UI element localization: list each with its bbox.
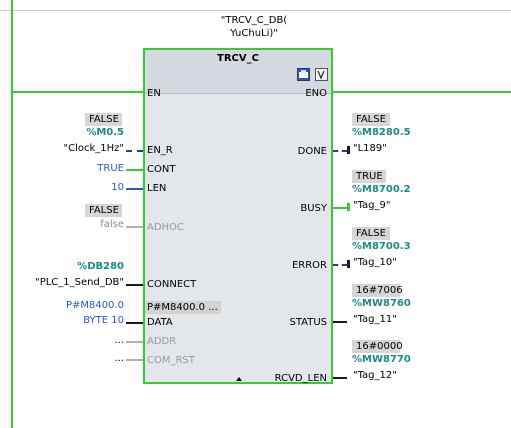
connect-tag[interactable]: "PLC_1_Send_DB" — [10, 277, 124, 288]
data-pointer-line1[interactable]: P#M8400.0 — [40, 300, 124, 311]
pin-rcvd-len: RCVD_LEN — [274, 373, 327, 384]
variable-icon[interactable] — [315, 68, 328, 81]
en-r-tag[interactable]: "Clock_1Hz" — [20, 143, 125, 154]
left-power-rail — [11, 0, 13, 428]
len-wire — [126, 188, 143, 190]
status-wire — [333, 321, 347, 323]
top-rule — [0, 10, 511, 11]
status-monitor-value: 16#7006 — [352, 284, 403, 297]
connect-wire — [126, 284, 143, 286]
instance-db-label[interactable]: "TRCV_C_DB( YuChuLi)" — [204, 14, 304, 40]
adhoc-value[interactable]: false — [60, 219, 124, 230]
triangle-up-icon[interactable] — [236, 377, 242, 381]
en-r-wire — [126, 150, 143, 152]
pin-com-rst: COM_RST — [147, 355, 195, 366]
en-r-address: %M0.5 — [86, 127, 124, 138]
com-rst-value[interactable]: ... — [60, 353, 124, 364]
connect-address: %DB280 — [77, 261, 124, 272]
data-pointer-value: P#M8400.0 ... — [145, 301, 221, 314]
cont-wire — [126, 169, 143, 171]
pin-error: ERROR — [291, 260, 327, 271]
done-wire — [333, 150, 347, 152]
cont-value[interactable]: TRUE — [60, 163, 124, 174]
pin-done: DONE — [297, 146, 327, 157]
pin-en: EN — [147, 88, 161, 99]
done-address: %M8280.5 — [352, 127, 411, 138]
busy-monitor-value: TRUE — [352, 170, 386, 183]
busy-address: %M8700.2 — [352, 184, 411, 195]
pin-addr: ADDR — [147, 336, 177, 347]
busy-tag[interactable]: "Tag_9" — [353, 200, 391, 211]
adhoc-monitor-value: FALSE — [85, 204, 122, 217]
en-r-monitor-value: FALSE — [85, 113, 122, 126]
instance-db-line2: YuChuLi)" — [230, 28, 278, 39]
status-address: %MW8760 — [352, 298, 411, 309]
adhoc-wire — [126, 226, 143, 228]
error-monitor-value: FALSE — [352, 227, 390, 240]
pin-adhoc: ADHOC — [147, 222, 184, 233]
block-view-icon[interactable] — [297, 68, 310, 81]
done-tag[interactable]: "L189" — [353, 143, 387, 154]
done-connector — [347, 146, 350, 154]
pin-en-r: EN_R — [147, 145, 173, 156]
pin-data: DATA — [147, 317, 173, 328]
pin-cont: CONT — [147, 164, 176, 175]
pin-len: LEN — [147, 183, 167, 194]
error-connector — [347, 260, 350, 268]
status-tag[interactable]: "Tag_11" — [353, 314, 397, 325]
eno-wire — [333, 91, 511, 93]
rcvd-len-address: %MW8770 — [352, 354, 411, 365]
error-wire — [333, 264, 347, 266]
busy-wire — [333, 207, 347, 209]
len-value[interactable]: 10 — [60, 182, 124, 193]
trcv-c-block[interactable]: TRCV_C EN EN_R CONT LEN ADHOC CONNECT P#… — [143, 48, 333, 384]
data-wire — [126, 322, 143, 324]
pin-status: STATUS — [289, 317, 327, 328]
data-pointer-line2[interactable]: BYTE 10 — [40, 315, 124, 326]
addr-value[interactable]: ... — [60, 335, 124, 346]
pin-connect: CONNECT — [147, 279, 197, 290]
block-header: TRCV_C — [145, 50, 331, 94]
error-address: %M8700.3 — [352, 241, 411, 252]
pin-busy: BUSY — [300, 203, 327, 214]
rcvd-len-monitor-value: 16#0000 — [352, 340, 403, 353]
block-title: TRCV_C — [217, 53, 259, 64]
pin-eno: ENO — [305, 88, 327, 99]
busy-connector — [347, 203, 350, 211]
rcvd-len-tag[interactable]: "Tag_12" — [353, 370, 397, 381]
instance-db-line1: "TRCV_C_DB( — [220, 15, 288, 26]
error-tag[interactable]: "Tag_10" — [353, 257, 397, 268]
com-rst-wire — [126, 359, 143, 361]
en-wire — [13, 91, 143, 93]
rcvd-len-wire — [333, 377, 347, 379]
addr-wire — [126, 341, 143, 343]
done-monitor-value: FALSE — [352, 113, 390, 126]
